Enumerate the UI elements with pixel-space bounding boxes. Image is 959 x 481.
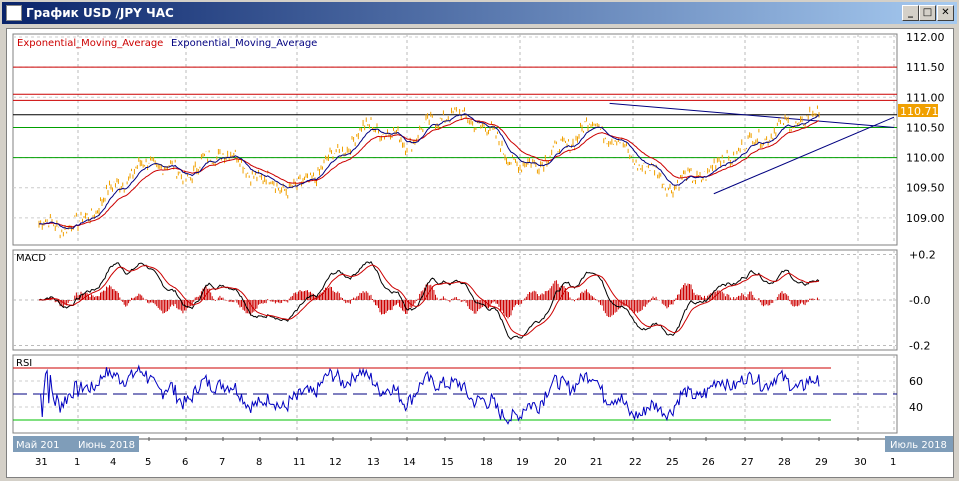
date-label: 22: [629, 457, 642, 468]
date-label: 21: [590, 457, 603, 468]
date-label: 31: [35, 457, 48, 468]
month-label-june: Июнь 2018: [78, 440, 135, 451]
date-label: 14: [403, 457, 416, 468]
date-label: 8: [256, 457, 262, 468]
chart-svg[interactable]: 31 1 4 5 6 7 8 11 12 13 14 15 18 19 20 21 22 25 26 27 28 29 30…: [7, 29, 953, 477]
date-label: 1: [74, 457, 80, 468]
date-label: 19: [516, 457, 529, 468]
date-label: 30: [854, 457, 867, 468]
date-label: 1: [890, 457, 896, 468]
date-label: 29: [815, 457, 828, 468]
macd-tick: +0.2: [909, 249, 936, 262]
date-label: 26: [702, 457, 715, 468]
legend-ema-blue: Exponential_Moving_Average: [171, 38, 317, 49]
chart-area[interactable]: 31 1 4 5 6 7 8 11 12 13 14 15 18 19 20 21 22 25 26 27 28 29 30…: [6, 28, 954, 478]
date-label: 18: [480, 457, 493, 468]
rsi-line: [39, 364, 820, 425]
minimize-button[interactable]: _: [902, 5, 919, 21]
chart-icon: [6, 5, 22, 21]
last-price: 110.71: [900, 105, 939, 118]
legend-ema-red: Exponential_Moving_Average: [17, 38, 163, 49]
rsi-tick: 60: [909, 375, 923, 388]
month-label-july: Июль 2018: [890, 440, 947, 451]
date-label: 12: [329, 457, 342, 468]
macd-tick: -0.2: [909, 339, 930, 352]
trendline: [609, 102, 895, 128]
date-label: 13: [367, 457, 380, 468]
date-label: 25: [666, 457, 679, 468]
maximize-button[interactable]: □: [919, 5, 936, 21]
date-label: 4: [110, 457, 116, 468]
price-tick: 111.50: [906, 61, 945, 74]
window-titlebar: График USD /JPY ЧАС _ □ ✕: [2, 2, 957, 24]
price-panel: [12, 33, 898, 246]
date-label: 11: [293, 457, 306, 468]
rsi-label: RSI: [16, 358, 32, 369]
date-label: 27: [741, 457, 754, 468]
price-tick: 110.00: [906, 152, 945, 165]
macd-label: MACD: [16, 253, 46, 264]
ema-slow-line: [38, 117, 820, 228]
price-tick: 110.50: [906, 121, 945, 134]
close-button[interactable]: ✕: [937, 5, 954, 21]
rsi-tick: 40: [909, 401, 923, 414]
date-label: 20: [554, 457, 567, 468]
date-label: 5: [145, 457, 151, 468]
date-label: 6: [182, 457, 188, 468]
price-tick: 109.00: [906, 212, 945, 225]
date-label: 15: [441, 457, 454, 468]
price-tick: 109.50: [906, 182, 945, 195]
window-title: График USD /JPY ЧАС: [26, 6, 174, 20]
price-tick: 112.00: [906, 31, 945, 44]
date-label: 7: [219, 457, 225, 468]
date-label: 28: [778, 457, 791, 468]
month-label-may: Май 201: [16, 440, 60, 451]
macd-tick: -0.0: [909, 294, 930, 307]
macd-line: [38, 261, 820, 341]
price-tick: 111.00: [906, 91, 945, 104]
